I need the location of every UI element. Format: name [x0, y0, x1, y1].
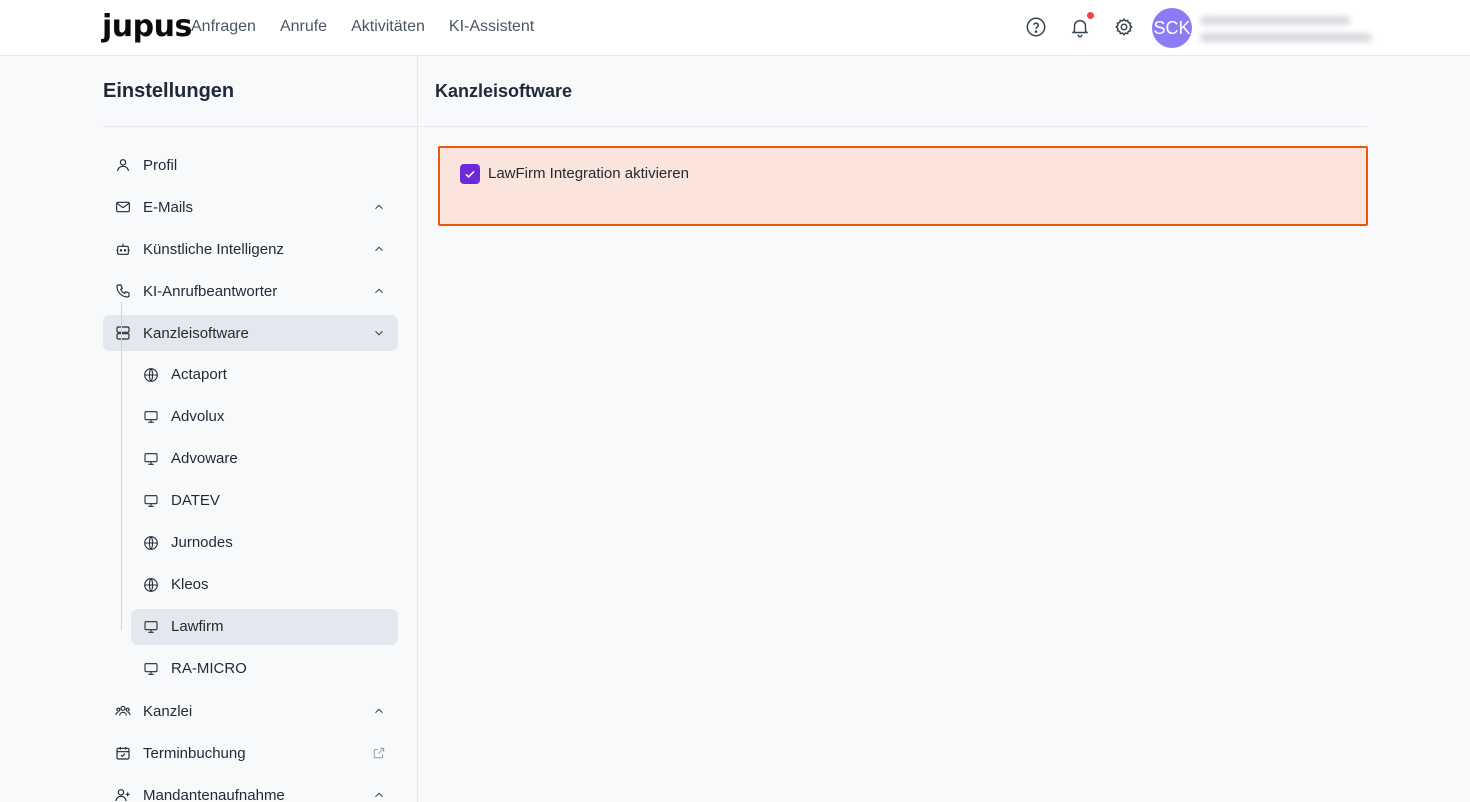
nav-link-anfragen[interactable]: Anfragen — [191, 18, 256, 36]
check-icon — [465, 170, 475, 178]
sidebar-item-ki-anrufbeantworter[interactable]: KI-Anrufbeantworter — [103, 273, 398, 309]
chevron-down-icon[interactable] — [372, 326, 386, 340]
sidebar-subitem-label: RA-MICRO — [171, 660, 247, 677]
lawfirm-integration-label[interactable]: LawFirm Integration aktivieren — [488, 165, 689, 182]
chevron-up-icon[interactable] — [372, 284, 386, 298]
sidebar-item-label: Profil — [143, 156, 178, 174]
bot-icon — [115, 241, 131, 257]
sidebar-item-label: Mandantenaufnahme — [143, 786, 285, 802]
blurred-user-name — [1200, 16, 1350, 25]
app-logo[interactable]: jupus — [102, 9, 192, 44]
sidebar-item-terminbuchung[interactable]: Terminbuchung — [103, 735, 398, 771]
sidebar-item-label: Terminbuchung — [143, 744, 246, 762]
sidebar-subitem-advolux[interactable]: Advolux — [131, 399, 398, 435]
top-navigation-bar: jupus Anfragen Anrufe Aktivitäten KI-Ass… — [0, 0, 1470, 56]
user-icon — [115, 157, 131, 173]
chevron-up-icon[interactable] — [372, 200, 386, 214]
sidebar-subitem-label: DATEV — [171, 492, 220, 509]
sidebar-subitem-jurnodes[interactable]: Jurnodes — [131, 525, 398, 561]
submenu-guide-line — [121, 302, 122, 630]
globe-icon — [143, 535, 159, 551]
sidebar-subitem-lawfirm[interactable]: Lawfirm — [131, 609, 398, 645]
sidebar-item-kuenstliche-intelligenz[interactable]: Künstliche Intelligenz — [103, 231, 398, 267]
nav-link-ki-assistent[interactable]: KI-Assistent — [449, 18, 534, 36]
user-avatar[interactable]: SCK — [1152, 8, 1192, 48]
sidebar-subitem-label: Kleos — [171, 576, 209, 593]
sidebar-subitem-actaport[interactable]: Actaport — [131, 357, 398, 393]
sidebar-item-label: Künstliche Intelligenz — [143, 240, 284, 258]
sidebar-subitem-label: Advoware — [171, 450, 238, 467]
users-icon — [115, 703, 131, 719]
sidebar-divider — [103, 126, 418, 127]
sidebar-subitem-label: Advolux — [171, 408, 225, 425]
nav-link-aktivitaeten[interactable]: Aktivitäten — [351, 18, 425, 36]
notification-dot — [1087, 12, 1094, 19]
globe-icon — [143, 577, 159, 593]
external-link-icon[interactable] — [372, 746, 386, 760]
main-nav: Anfragen Anrufe Aktivitäten KI-Assistent — [191, 18, 534, 36]
lawfirm-integration-checkbox[interactable] — [460, 164, 480, 184]
nav-link-anrufe[interactable]: Anrufe — [280, 18, 327, 36]
gear-icon[interactable] — [1113, 16, 1137, 40]
chevron-up-icon[interactable] — [372, 788, 386, 802]
server-icon — [115, 325, 131, 341]
sidebar-item-label: E-Mails — [143, 198, 194, 216]
chevron-up-icon[interactable] — [372, 704, 386, 718]
sidebar-subitem-advoware[interactable]: Advoware — [131, 441, 398, 477]
sidebar-subitem-ra-micro[interactable]: RA-MICRO — [131, 651, 398, 687]
page-title: Kanzleisoftware — [435, 81, 573, 101]
sidebar-subitem-kleos[interactable]: Kleos — [131, 567, 398, 603]
monitor-icon — [143, 409, 159, 425]
monitor-icon — [143, 451, 159, 467]
sidebar-item-kanzlei[interactable]: Kanzlei — [103, 693, 398, 729]
sidebar-subitem-label: Jurnodes — [171, 534, 233, 551]
phone-icon — [115, 283, 131, 299]
main-divider — [419, 126, 1367, 127]
monitor-icon — [143, 661, 159, 677]
chevron-up-icon[interactable] — [372, 242, 386, 256]
sidebar-subitem-label: Lawfirm — [171, 618, 224, 635]
calendar-check-icon — [115, 745, 131, 761]
sidebar-item-emails[interactable]: E-Mails — [103, 189, 398, 225]
sidebar-item-label: KI-Anrufbeantworter — [143, 282, 278, 300]
sidebar-subitem-label: Actaport — [171, 366, 227, 383]
user-plus-icon — [115, 787, 131, 802]
integration-settings-card — [438, 146, 1368, 226]
globe-icon — [143, 367, 159, 383]
sidebar-item-kanzleisoftware[interactable]: Kanzleisoftware — [103, 315, 398, 351]
sidebar-item-label: Kanzleisoftware — [143, 324, 249, 342]
monitor-icon — [143, 619, 159, 635]
monitor-icon — [143, 493, 159, 509]
sidebar-subitem-datev[interactable]: DATEV — [131, 483, 398, 519]
sidebar-item-label: Kanzlei — [143, 702, 193, 720]
sidebar-title: Einstellungen — [103, 80, 235, 102]
blurred-user-email — [1200, 33, 1372, 42]
help-circle-icon[interactable] — [1025, 16, 1049, 40]
sidebar-item-mandantenaufnahme[interactable]: Mandantenaufnahme — [103, 777, 398, 802]
mail-icon — [115, 199, 131, 215]
sidebar-item-profil[interactable]: Profil — [103, 147, 398, 183]
bell-icon[interactable] — [1069, 16, 1093, 40]
